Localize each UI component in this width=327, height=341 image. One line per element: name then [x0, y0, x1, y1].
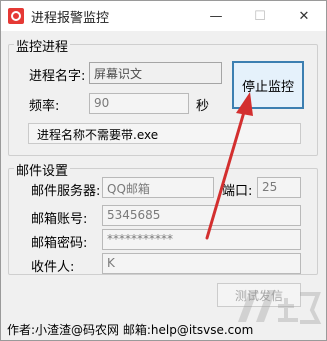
watermark-logo [238, 290, 322, 324]
arrow-head [236, 92, 253, 116]
arrow-shaft [205, 110, 246, 240]
